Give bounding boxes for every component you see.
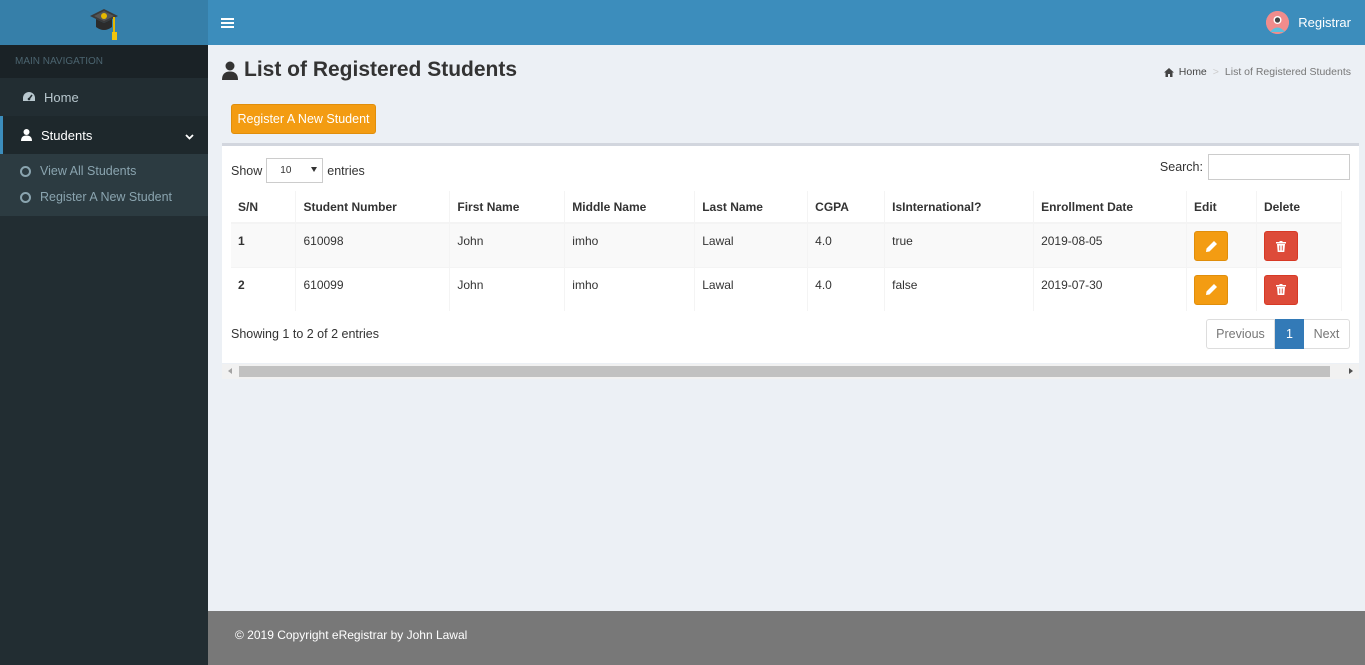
edit-button[interactable] [1194, 231, 1228, 261]
pagination: Previous 1 Next [1206, 319, 1350, 349]
scrollbar-thumb[interactable] [239, 366, 1330, 377]
horizontal-scrollbar[interactable] [222, 364, 1359, 379]
cell-delete [1256, 222, 1343, 267]
sidebar-subitem-view-all[interactable]: View All Students [0, 158, 208, 184]
cell-middle-name: imho [564, 222, 696, 267]
search-label: Search: [1159, 160, 1203, 174]
trash-icon [1275, 240, 1286, 252]
pencil-icon [1205, 240, 1217, 252]
entries-label: entries [327, 163, 365, 178]
scroll-left-arrow-icon[interactable] [228, 368, 232, 374]
user-name: Registrar [1298, 15, 1351, 30]
sidebar-item-label: Home [44, 89, 79, 105]
cell-edit [1186, 266, 1257, 311]
footer-copyright: © 2019 Copyright eRegistrar by John Lawa… [235, 628, 468, 642]
footer: © 2019 Copyright eRegistrar by John Lawa… [208, 611, 1365, 665]
table-row: 1 610098 John imho Lawal 4.0 true 2019-0… [231, 222, 1343, 267]
entries-length-control: Show 10 entries [231, 158, 365, 183]
pencil-icon [1205, 284, 1217, 295]
dropdown-arrow-icon [311, 167, 318, 172]
table-row: 2 610099 John imho Lawal 4.0 false 2019-… [231, 266, 1343, 311]
cell-middle-name: imho [564, 266, 696, 311]
cell-student-number: 610099 [295, 266, 451, 311]
students-submenu: View All Students Register A New Student [0, 154, 208, 216]
sidebar-item-students[interactable]: Students [0, 116, 208, 154]
nav-header: MAIN NAVIGATION [0, 45, 208, 78]
cell-first-name: John [449, 222, 566, 267]
cell-cgpa: 4.0 [807, 266, 886, 311]
sidebar-subitem-label: Register A New Student [40, 190, 173, 204]
entries-select[interactable]: 10 [266, 158, 324, 183]
sidebar-subitem-label: View All Students [40, 164, 137, 178]
main-content: List of Registered Students Home > List … [208, 45, 1365, 611]
avatar [1266, 11, 1290, 34]
col-header-sn[interactable]: S/N [231, 191, 297, 224]
cell-student-number: 610098 [295, 222, 451, 267]
col-header-is-international[interactable]: IsInternational? [884, 191, 1035, 224]
col-header-last-name[interactable]: Last Name [694, 191, 809, 224]
cell-edit [1186, 222, 1257, 267]
logo[interactable] [0, 0, 208, 45]
user-icon [222, 61, 238, 80]
pagination-previous[interactable]: Previous [1206, 319, 1275, 349]
delete-button[interactable] [1263, 274, 1298, 305]
students-table: S/N Student Number First Name Middle Nam… [231, 191, 1343, 311]
page-title: List of Registered Students [222, 58, 517, 82]
col-header-edit: Edit [1186, 191, 1257, 224]
cell-cgpa: 4.0 [807, 222, 886, 267]
pagination-next[interactable]: Next [1304, 319, 1350, 349]
sidebar-item-home[interactable]: Home [0, 78, 208, 116]
cell-is-international: false [884, 266, 1035, 311]
circle-icon [20, 191, 31, 203]
page-title-text: List of Registered Students [244, 58, 518, 81]
cell-is-international: true [884, 222, 1035, 267]
col-header-middle-name[interactable]: Middle Name [564, 191, 696, 224]
col-header-enrollment-date[interactable]: Enrollment Date [1033, 191, 1187, 224]
breadcrumb-home[interactable]: Home [1179, 66, 1207, 78]
top-navbar: Registrar [208, 0, 1365, 45]
circle-icon [20, 165, 31, 177]
breadcrumb-current: List of Registered Students [1224, 66, 1351, 78]
table-info: Showing 1 to 2 of 2 entries [231, 327, 380, 341]
search-input[interactable] [1208, 154, 1350, 180]
cell-sn: 1 [231, 222, 297, 267]
table-header-row: S/N Student Number First Name Middle Nam… [231, 191, 1343, 224]
col-header-first-name[interactable]: First Name [449, 191, 566, 224]
cell-sn: 2 [231, 266, 297, 311]
students-table-box: Show 10 entries Search: S/N Student Numb… [222, 143, 1359, 363]
register-new-student-button[interactable]: Register A New Student [231, 104, 376, 134]
pagination-page-1[interactable]: 1 [1275, 319, 1304, 349]
user-menu[interactable]: Registrar [1266, 11, 1351, 34]
cell-last-name: Lawal [694, 222, 809, 267]
entries-value: 10 [280, 165, 292, 176]
cell-delete [1256, 266, 1343, 311]
cell-enrollment-date: 2019-07-30 [1033, 266, 1187, 311]
sidebar-item-label: Students [41, 127, 93, 143]
search-control: Search: [1160, 154, 1350, 180]
col-header-cgpa[interactable]: CGPA [807, 191, 886, 224]
hamburger-menu-icon[interactable] [221, 16, 234, 30]
col-header-delete: Delete [1256, 191, 1343, 224]
sidebar: MAIN NAVIGATION Home Students View All S… [0, 0, 208, 665]
chevron-down-icon [185, 128, 194, 143]
graduation-cap-icon [90, 8, 118, 40]
cell-last-name: Lawal [694, 266, 809, 311]
user-icon [17, 129, 35, 141]
sidebar-subitem-register[interactable]: Register A New Student [0, 184, 208, 210]
show-label: Show [231, 163, 263, 178]
cell-enrollment-date: 2019-08-05 [1033, 222, 1187, 267]
delete-button[interactable] [1263, 231, 1298, 261]
dashboard-icon [20, 91, 38, 103]
breadcrumb: Home > List of Registered Students [1163, 66, 1351, 78]
breadcrumb-separator: > [1212, 66, 1219, 78]
trash-icon [1275, 284, 1286, 295]
scroll-right-arrow-icon[interactable] [1349, 368, 1353, 374]
col-header-student-number[interactable]: Student Number [295, 191, 451, 224]
edit-button[interactable] [1194, 274, 1228, 305]
cell-first-name: John [449, 266, 566, 311]
home-icon [1163, 67, 1174, 77]
